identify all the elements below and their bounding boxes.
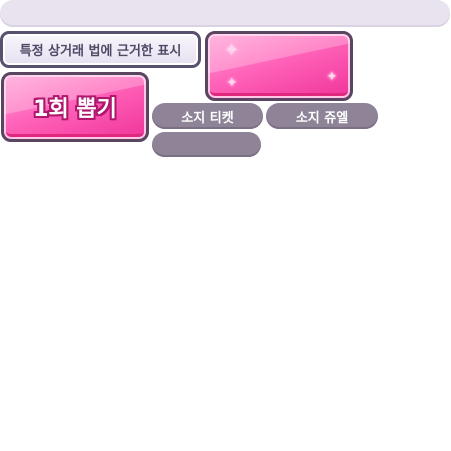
sparkle-icon: ✦ [326, 69, 338, 85]
gacha-screen: 특정 상거래 법에 근거한 표시 ✦ ✦ ✦ 1회 뽑기 소지 티켓 소지 쥬엘 [0, 0, 451, 451]
owned-tickets-label: 소지 티켓 [181, 110, 234, 126]
top-bar [0, 0, 450, 27]
owned-jewels-label: 소지 쥬엘 [295, 110, 349, 126]
pink-action-button[interactable]: ✦ ✦ ✦ [205, 31, 353, 101]
legal-notice-button[interactable]: 특정 상거래 법에 근거한 표시 [0, 31, 201, 68]
legal-notice-label: 특정 상거래 법에 근거한 표시 [19, 44, 182, 59]
sparkle-icon: ✦ [226, 75, 238, 91]
draw-once-label: 1회 뽑기 [33, 97, 117, 122]
empty-info-pill [152, 132, 261, 157]
sparkle-icon: ✦ [224, 40, 240, 61]
draw-once-button[interactable]: 1회 뽑기 [1, 72, 149, 142]
owned-jewels-display: 소지 쥬엘 [266, 103, 378, 129]
owned-tickets-display: 소지 티켓 [152, 103, 263, 129]
